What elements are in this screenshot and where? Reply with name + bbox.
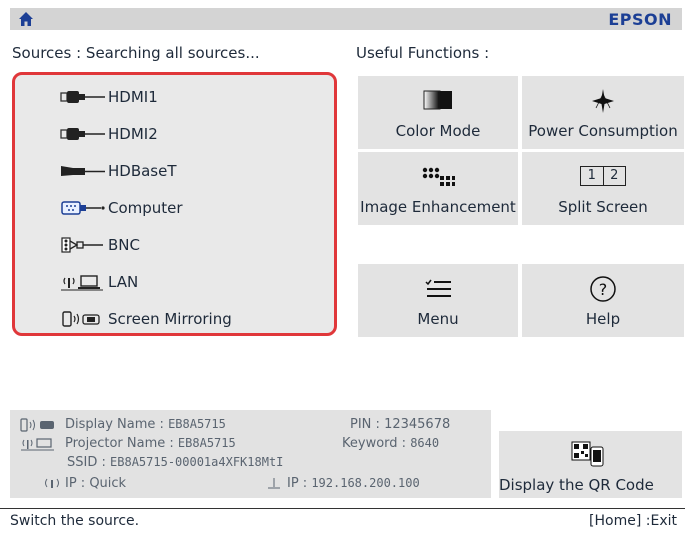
- hdbaset-icon: [61, 166, 105, 176]
- top-bar: EPSON: [10, 8, 682, 30]
- power-consumption-label: Power Consumption: [528, 122, 678, 140]
- menu-label: Menu: [417, 310, 459, 328]
- sources-title: Sources : Searching all sources...: [12, 44, 260, 62]
- power-consumption-icon: [592, 89, 614, 113]
- ip-label: IP :: [287, 476, 308, 491]
- image-enhancement-label: Image Enhancement: [360, 198, 516, 216]
- bnc-icon: [61, 237, 103, 253]
- help-icon: ?: [590, 276, 616, 302]
- source-item-lan[interactable]: LAN: [15, 264, 334, 301]
- screen-mirroring-icon: [62, 311, 100, 327]
- color-mode-button[interactable]: Color Mode: [358, 76, 518, 149]
- split-screen-number: 2: [610, 168, 619, 183]
- source-label-lan: LAN: [108, 273, 139, 291]
- wireless-icon: [45, 478, 59, 488]
- ip-row: IP : 192.168.200.100: [287, 476, 420, 491]
- qr-code-icon: [571, 441, 604, 467]
- split-screen-label: Split Screen: [558, 198, 648, 216]
- split-screen-icon: 1 2: [580, 166, 626, 186]
- source-label-hdmi1: HDMI1: [108, 88, 158, 106]
- source-item-screen-mirroring[interactable]: Screen Mirroring: [15, 301, 334, 338]
- color-mode-icon: [423, 90, 452, 110]
- display-qr-code-button[interactable]: Display the QR Code: [499, 431, 682, 498]
- exit-hint: [Home] :Exit: [589, 513, 677, 529]
- source-item-bnc[interactable]: BNC: [15, 227, 334, 264]
- ssid-row: SSID : EB8A5715-00001a4XFK18MtI: [67, 455, 283, 470]
- help-label: Help: [585, 310, 621, 328]
- display-name-label: Display Name :: [65, 417, 164, 432]
- split-screen-button[interactable]: 1 2 Split Screen: [522, 152, 684, 225]
- wired-network-icon: [268, 478, 280, 489]
- hdmi-icon: [60, 91, 105, 103]
- pin-label: PIN :: [350, 417, 380, 432]
- source-label-bnc: BNC: [108, 236, 140, 254]
- network-info-panel: Display Name : EB8A5715 PIN : 12345678 P…: [10, 410, 491, 498]
- source-item-hdmi2[interactable]: HDMI2: [15, 116, 334, 153]
- epson-logo: EPSON: [608, 10, 672, 29]
- ip-mode-value: Quick: [89, 476, 127, 491]
- source-item-hdmi1[interactable]: HDMI1: [15, 79, 334, 116]
- source-item-computer[interactable]: Computer: [15, 190, 334, 227]
- menu-icon: [425, 279, 451, 297]
- projector-name-label: Projector Name :: [65, 436, 174, 451]
- ip-value: 192.168.200.100: [311, 476, 420, 490]
- help-button[interactable]: ? Help: [522, 264, 684, 337]
- source-label-hdbaset: HDBaseT: [108, 162, 177, 180]
- useful-functions-title: Useful Functions :: [356, 44, 490, 62]
- screen-mirroring-icon: [20, 418, 54, 432]
- ip-mode-row: IP : Quick: [65, 476, 126, 491]
- image-enhancement-button[interactable]: Image Enhancement: [358, 152, 518, 225]
- ip-mode-label: IP :: [65, 476, 86, 491]
- hdmi-icon: [60, 128, 105, 140]
- display-name-value: EB8A5715: [168, 417, 226, 431]
- lan-icon: [61, 275, 103, 291]
- image-enhancement-icon: [422, 167, 455, 186]
- source-label-computer: Computer: [108, 199, 183, 217]
- menu-button[interactable]: Menu: [358, 264, 518, 337]
- pin-value: 12345678: [384, 417, 451, 432]
- source-label-screen-mirroring: Screen Mirroring: [108, 310, 232, 328]
- source-label-hdmi2: HDMI2: [108, 125, 158, 143]
- display-name-row: Display Name : EB8A5715: [65, 417, 226, 432]
- power-consumption-button[interactable]: Power Consumption: [522, 76, 684, 149]
- status-bar: Switch the source. [Home] :Exit: [0, 508, 685, 534]
- keyword-label: Keyword :: [342, 436, 407, 451]
- status-hint: Switch the source.: [10, 513, 140, 529]
- keyword-row: Keyword : 8640: [342, 436, 439, 451]
- projector-name-value: EB8A5715: [177, 436, 236, 450]
- pin-row: PIN : 12345678: [350, 417, 450, 432]
- lan-icon: [21, 438, 54, 451]
- color-mode-label: Color Mode: [395, 122, 481, 140]
- display-qr-code-label: Display the QR Code: [499, 476, 654, 494]
- vga-icon: [61, 201, 105, 215]
- split-screen-number: 1: [581, 167, 604, 185]
- ssid-value: EB8A5715-00001a4XFK18MtI: [110, 455, 284, 469]
- projector-name-row: Projector Name : EB8A5715: [65, 436, 236, 451]
- svg-text:?: ?: [599, 280, 608, 299]
- source-list: HDMI1 HDMI2 HDBaseT Computer BNC LAN Scr…: [12, 72, 337, 336]
- home-icon[interactable]: [18, 11, 34, 27]
- ssid-label: SSID :: [67, 455, 106, 470]
- keyword-value: 8640: [410, 436, 440, 450]
- source-item-hdbaset[interactable]: HDBaseT: [15, 153, 334, 190]
